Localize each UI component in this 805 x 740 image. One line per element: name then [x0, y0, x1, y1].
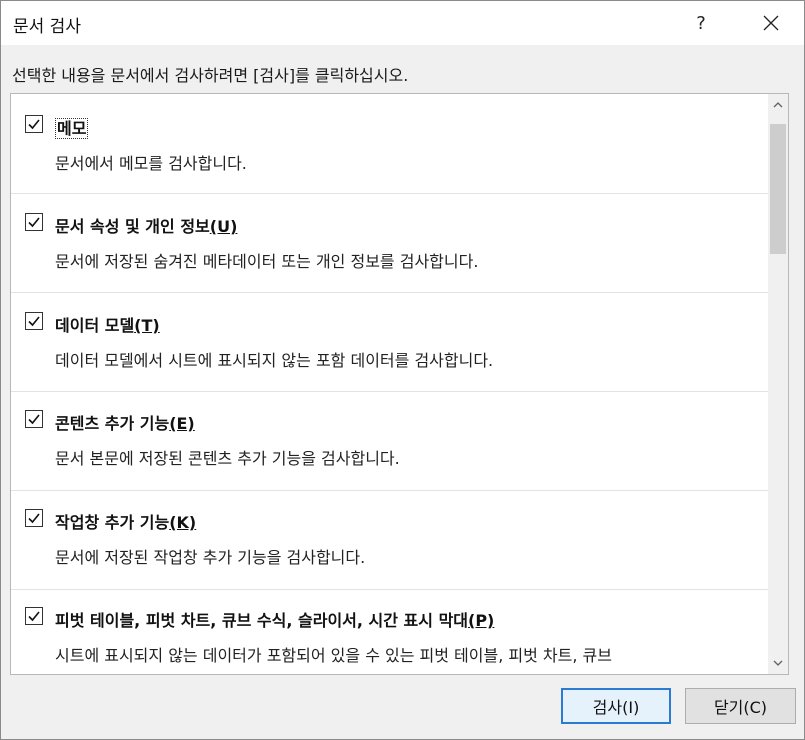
scroll-down-button[interactable] [768, 652, 788, 674]
inspection-list[interactable]: 메모 문서에서 메모를 검사합니다. 문서 속성 및 개인 정보(U) 문서에 … [10, 93, 789, 675]
list-item-pivot[interactable]: 피벗 테이블, 피벗 차트, 큐브 수식, 슬라이서, 시간 표시 막대(P) … [11, 589, 768, 674]
checkmark-icon [28, 513, 40, 524]
item-title: 메모 [55, 118, 89, 139]
item-title: 피벗 테이블, 피벗 차트, 큐브 수식, 슬라이서, 시간 표시 막대(P) [55, 611, 495, 630]
item-description: 문서에 저장된 작업창 추가 기능을 검사합니다. [55, 548, 366, 567]
item-description: 문서에 저장된 숨겨진 메타데이터 또는 개인 정보를 검사합니다. [55, 252, 479, 271]
scroll-thumb[interactable] [770, 124, 786, 254]
checkmark-icon [28, 611, 40, 622]
item-description: 문서에서 메모를 검사합니다. [55, 154, 247, 173]
checkbox-data-model[interactable] [25, 312, 43, 330]
checkbox-comments[interactable] [25, 115, 43, 133]
checkbox-taskpane-addins[interactable] [25, 509, 43, 527]
item-title: 작업창 추가 기능(K) [55, 513, 197, 532]
item-description: 데이터 모델에서 시트에 표시되지 않는 포함 데이터를 검사합니다. [55, 351, 494, 370]
help-icon: ? [696, 12, 706, 34]
close-window-button[interactable] [751, 5, 791, 41]
vertical-scrollbar[interactable] [768, 94, 788, 674]
dialog-title: 문서 검사 [13, 17, 81, 37]
checkbox-document-properties[interactable] [25, 213, 43, 231]
checkmark-icon [28, 119, 40, 130]
checkmark-icon [28, 414, 40, 425]
list-item-taskpane-addins[interactable]: 작업창 추가 기능(K) 문서에 저장된 작업창 추가 기능을 검사합니다. [11, 490, 768, 590]
item-title: 데이터 모델(T) [55, 316, 160, 335]
document-inspector-dialog: 문서 검사 ? 선택한 내용을 문서에서 검사하려면 [검사]를 클릭하십시오.… [0, 0, 805, 740]
checkmark-icon [28, 316, 40, 327]
checkbox-pivot[interactable] [25, 607, 43, 625]
item-description: 시트에 표시되지 않는 데이터가 포함되어 있을 수 있는 피벗 테이블, 피벗… [55, 646, 612, 665]
chevron-down-icon [773, 660, 783, 666]
checkbox-content-addins[interactable] [25, 410, 43, 428]
instruction-text: 선택한 내용을 문서에서 검사하려면 [검사]를 클릭하십시오. [12, 66, 409, 85]
chevron-up-icon [773, 102, 783, 108]
list-item-comments[interactable]: 메모 문서에서 메모를 검사합니다. [11, 94, 768, 194]
list-item-content-addins[interactable]: 콘텐츠 추가 기능(E) 문서 본문에 저장된 콘텐츠 추가 기능을 검사합니다… [11, 391, 768, 491]
close-button[interactable]: 닫기(C) [685, 688, 796, 724]
inspect-button[interactable]: 검사(I) [561, 688, 671, 724]
list-item-document-properties[interactable]: 문서 속성 및 개인 정보(U) 문서에 저장된 숨겨진 메타데이터 또는 개인… [11, 193, 768, 293]
item-title: 문서 속성 및 개인 정보(U) [55, 217, 238, 236]
item-title: 콘텐츠 추가 기능(E) [55, 414, 195, 433]
checkmark-icon [28, 217, 40, 228]
list-item-data-model[interactable]: 데이터 모델(T) 데이터 모델에서 시트에 표시되지 않는 포함 데이터를 검… [11, 292, 768, 392]
close-icon [763, 15, 779, 31]
scroll-up-button[interactable] [768, 94, 788, 116]
help-button[interactable]: ? [683, 5, 719, 41]
title-bar: 문서 검사 ? [1, 1, 804, 45]
item-description: 문서 본문에 저장된 콘텐츠 추가 기능을 검사합니다. [55, 449, 400, 468]
